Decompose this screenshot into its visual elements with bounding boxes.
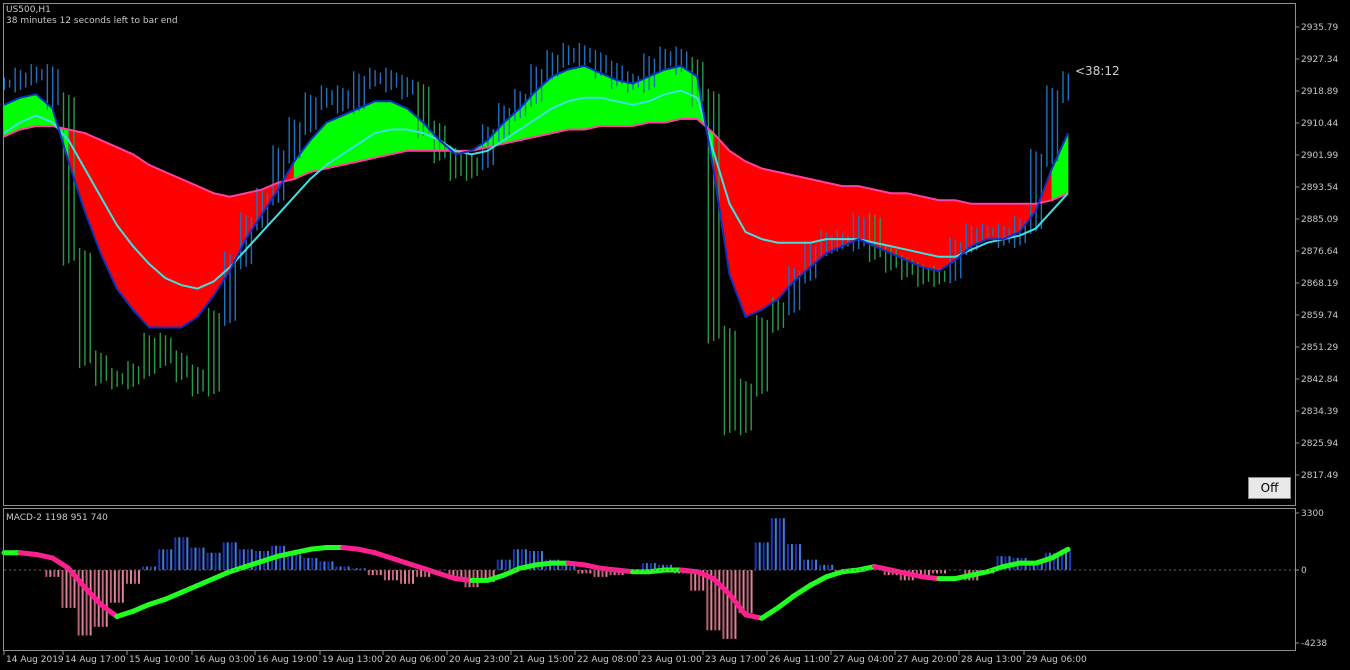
price-tick-label: 2859.74 <box>1301 311 1338 321</box>
cloud-segment <box>906 192 924 268</box>
price-tick-label: 2935.79 <box>1301 23 1338 33</box>
bar-timer-status: 38 minutes 12 seconds left to bar end <box>6 16 178 26</box>
price-tick-label: 2817.49 <box>1301 471 1338 481</box>
time-tick-label: 20 Aug 23:00 <box>449 655 510 665</box>
indicator-title: MACD-2 1198 951 740 <box>6 513 108 523</box>
countdown-label: <38:12 <box>1075 64 1120 78</box>
cloud-segment <box>342 107 359 166</box>
cloud-segment <box>858 185 875 247</box>
cloud-segment <box>825 182 843 254</box>
cloud-segment <box>890 192 908 261</box>
cloud-segment <box>390 100 408 155</box>
time-tick-label: 22 Aug 08:00 <box>577 655 638 665</box>
price-tick-label: 2842.84 <box>1301 375 1338 385</box>
time-tick-label: 16 Aug 03:00 <box>194 655 255 665</box>
price-tick-label: 2927.34 <box>1301 55 1338 65</box>
macd-tick-label: 3300 <box>1301 509 1324 519</box>
cloud-segment <box>987 203 1004 240</box>
time-tick-label: 28 Aug 13:00 <box>961 655 1022 665</box>
off-button[interactable]: Off <box>1248 477 1291 499</box>
cloud-segment <box>793 175 811 283</box>
price-tick-label: 2851.29 <box>1301 343 1338 353</box>
time-tick-label: 15 Aug 10:00 <box>129 655 190 665</box>
macd-tick-label: -4238 <box>1301 639 1327 649</box>
time-tick-label: 23 Aug 17:00 <box>705 655 766 665</box>
time-tick-label: 20 Aug 06:00 <box>385 655 446 665</box>
cloud-segment <box>777 171 795 300</box>
cloud-segment <box>842 185 859 247</box>
time-tick-label: 23 Aug 01:00 <box>641 655 702 665</box>
price-axis: 2935.79 2927.34 2918.89 2910.44 2901.99 2893.… <box>1295 23 1338 481</box>
price-tick-label: 2901.99 <box>1301 151 1338 161</box>
price-tick-label: 2834.39 <box>1301 407 1338 417</box>
cloud-segment <box>938 199 956 272</box>
time-tick-label: 27 Aug 04:00 <box>833 655 894 665</box>
price-tick-label: 2885.09 <box>1301 215 1338 225</box>
time-tick-label: 16 Aug 19:00 <box>257 655 318 665</box>
cloud-segment <box>181 178 198 329</box>
chart-canvas: 2935.79 2927.34 2918.89 2910.44 2901.99 2893.… <box>0 0 1350 670</box>
price-tick-label: 2918.89 <box>1301 87 1338 97</box>
cloud-segment <box>358 100 376 162</box>
price-tick-label: 2876.64 <box>1301 247 1338 257</box>
time-tick-label: 14 Aug 17:00 <box>65 655 126 665</box>
cloud-segment <box>922 196 940 272</box>
price-tick-label: 2868.19 <box>1301 279 1338 289</box>
macd-tick-label: 0 <box>1301 566 1307 576</box>
cloud-segment <box>19 93 37 130</box>
price-tick-label: 2825.94 <box>1301 439 1338 449</box>
price-tick-label: 2893.54 <box>1301 183 1338 193</box>
price-tick-label: 2910.44 <box>1301 119 1338 129</box>
cloud-segment <box>132 153 150 329</box>
time-tick-label: 14 Aug 2019 <box>6 655 64 665</box>
time-tick-label: 29 Aug 06:00 <box>1026 655 1087 665</box>
time-tick-label: 19 Aug 13:00 <box>322 655 383 665</box>
symbol-title: US500,H1 <box>6 5 51 15</box>
time-tick-label: 26 Aug 11:00 <box>769 655 830 665</box>
cloud-segment <box>164 171 182 328</box>
cloud-segment <box>148 164 166 328</box>
time-tick-label: 21 Aug 15:00 <box>513 655 574 665</box>
time-tick-label: 27 Aug 20:00 <box>897 655 958 665</box>
